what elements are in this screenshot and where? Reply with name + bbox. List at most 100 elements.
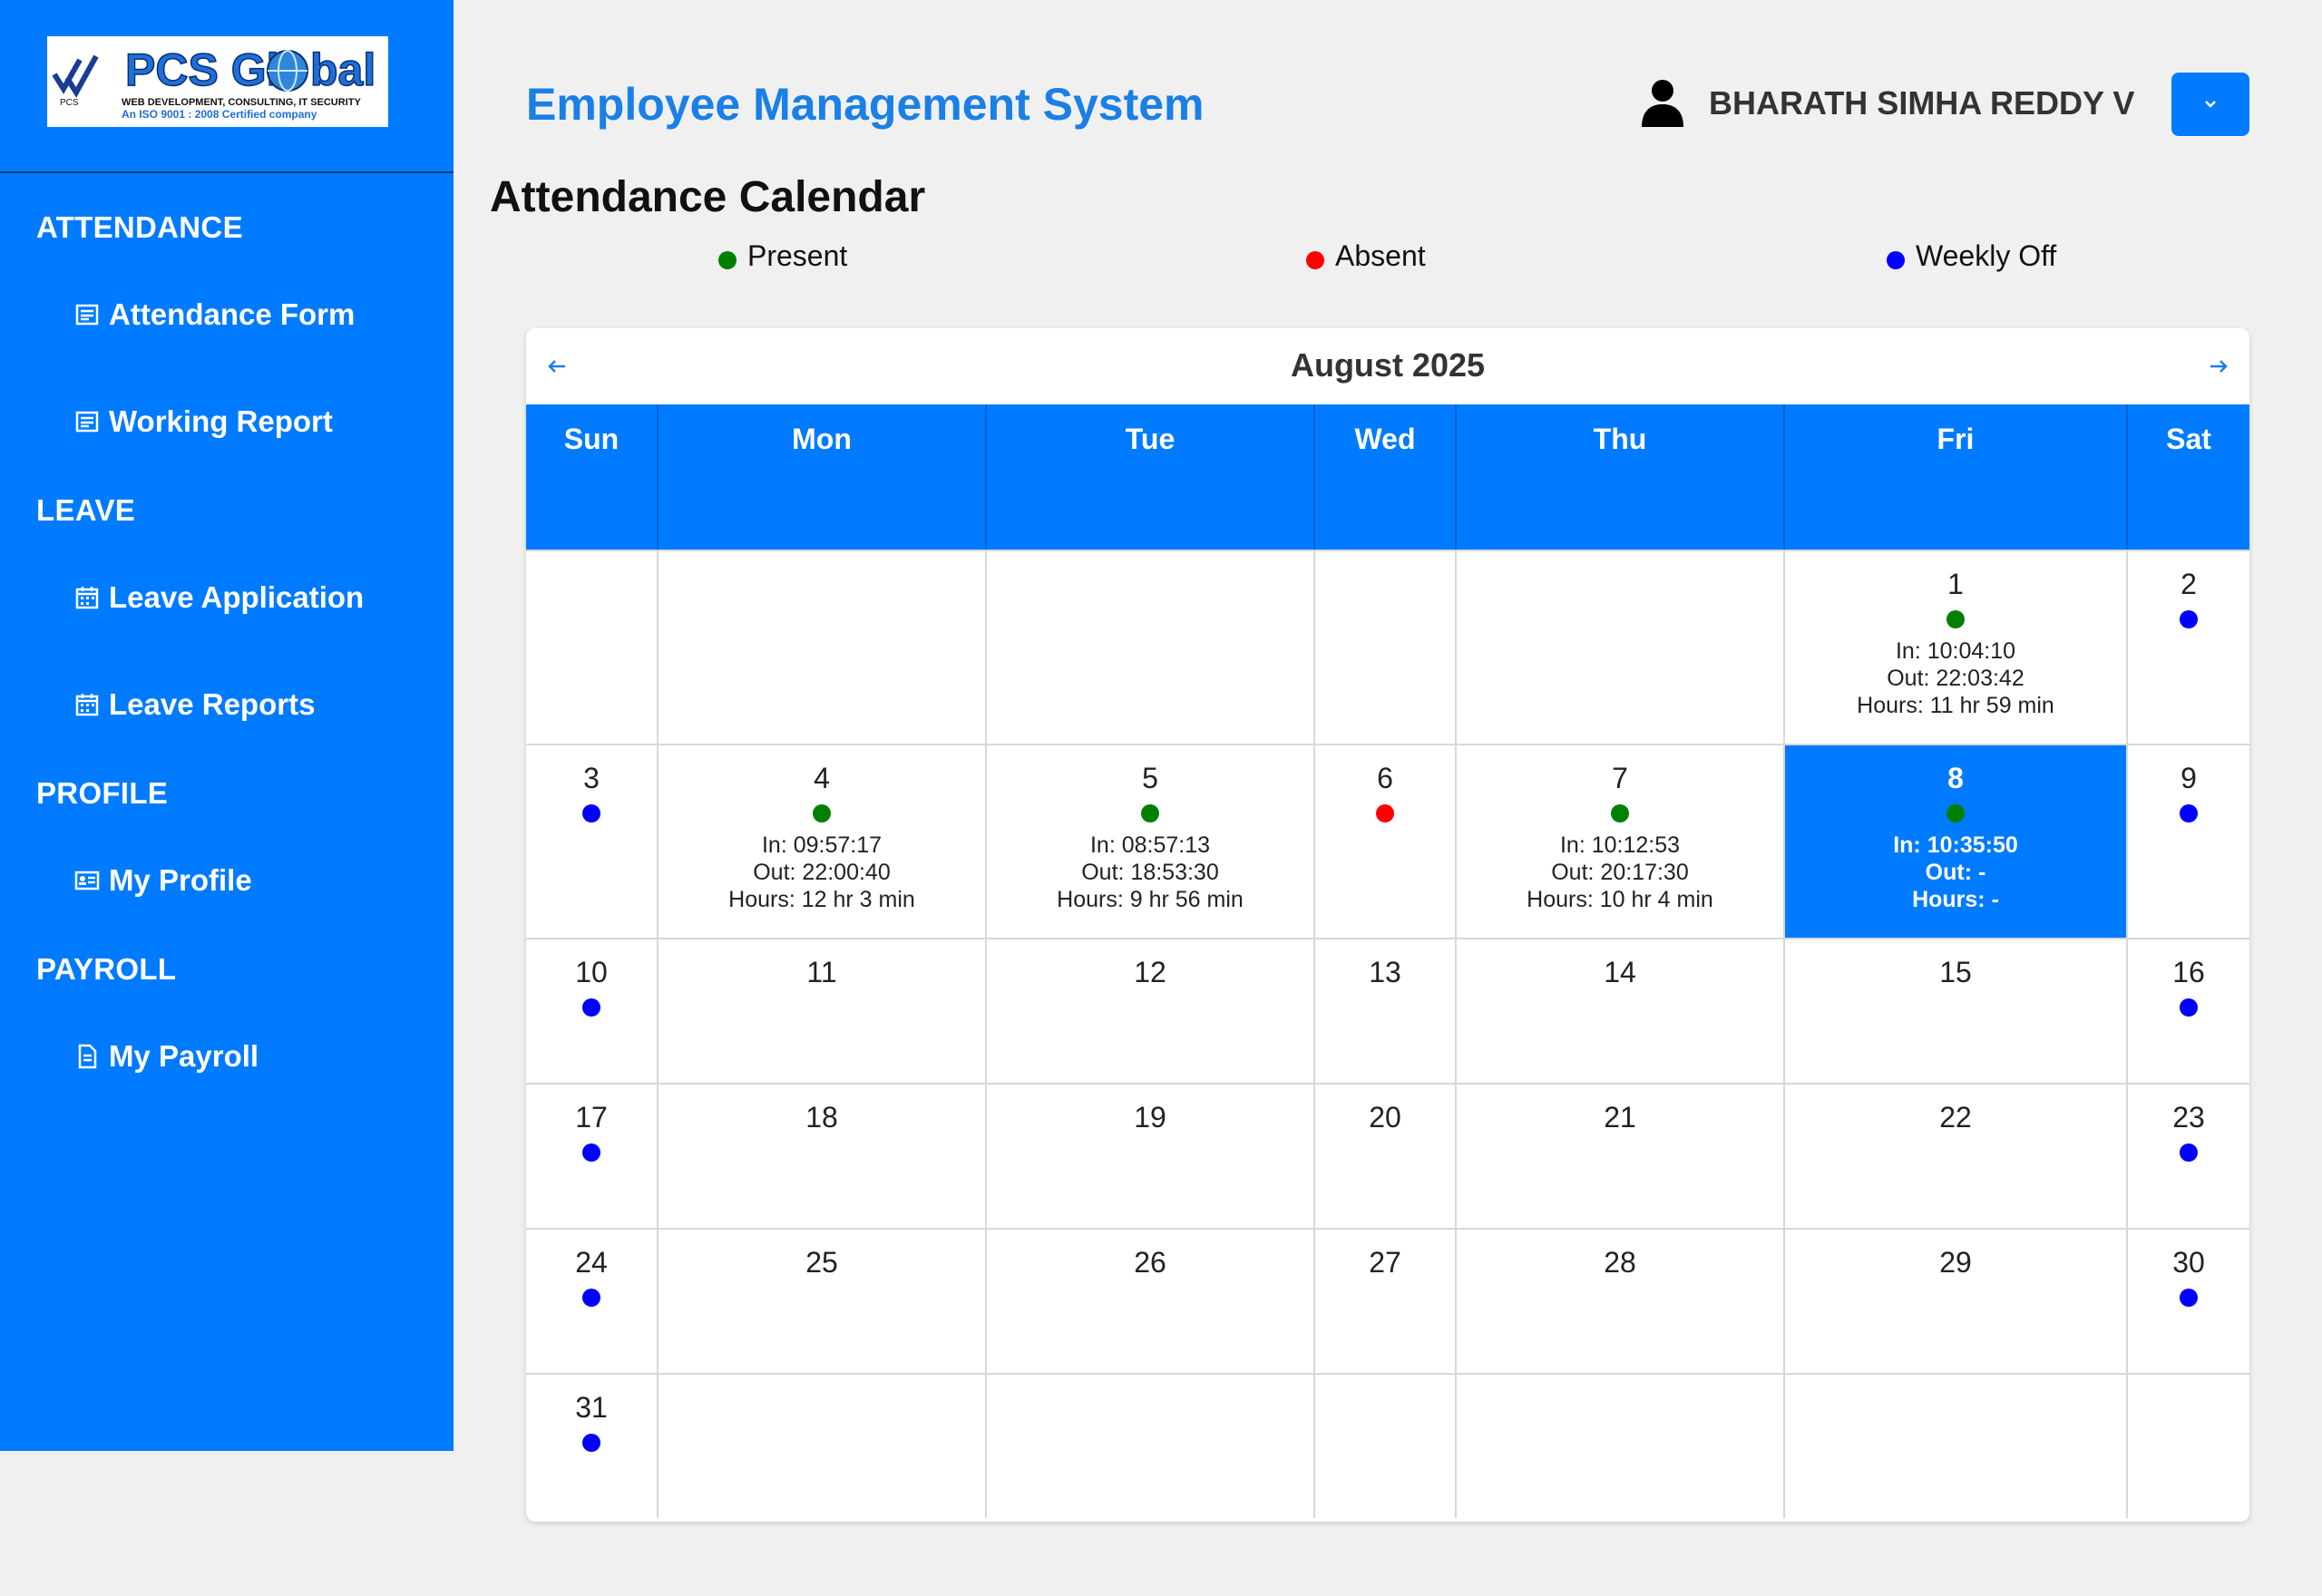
off-status-dot xyxy=(2180,1143,2198,1162)
time-in: In: 10:35:50 xyxy=(1893,832,2018,858)
nav-item-label: My Profile xyxy=(109,863,252,897)
legend-item-present: Present xyxy=(718,239,847,273)
nav-item-my-payroll[interactable]: My Payroll xyxy=(74,1039,259,1074)
calendar-empty-cell xyxy=(1315,1375,1457,1518)
calendar-day-cell[interactable]: 31 xyxy=(526,1375,659,1518)
present-status-dot xyxy=(1611,804,1629,822)
calendar-day-cell[interactable]: 30 xyxy=(2128,1230,2249,1373)
day-number: 10 xyxy=(575,956,608,988)
id-card-icon xyxy=(74,871,100,890)
calendar-day-cell[interactable]: 21 xyxy=(1457,1085,1785,1228)
off-status-dot xyxy=(2180,1289,2198,1307)
time-in: In: 08:57:13 xyxy=(1089,832,1211,858)
calendar-day-cell[interactable]: 24 xyxy=(526,1230,659,1373)
calendar-empty-cell xyxy=(2128,1375,2249,1518)
calendar-day-cell[interactable]: 4 In: 09:57:17 Out: 22:00:40 Hours: 12 hr 3… xyxy=(659,745,987,938)
nav-item-label: Leave Application xyxy=(109,580,365,614)
calendar-day-cell[interactable]: 14 xyxy=(1457,939,1785,1083)
time-hours: Hours: 9 hr 56 min xyxy=(1057,887,1244,912)
company-logo: PCS PCS Gl bal WEB DEVELOPMENT, CONSULTI… xyxy=(47,36,388,127)
day-number: 20 xyxy=(1369,1101,1401,1134)
calendar-day-cell[interactable]: 10 xyxy=(526,939,659,1083)
calendar-day-cell[interactable]: 27 xyxy=(1315,1230,1457,1373)
svg-text:An ISO 9001 : 2008 Certified c: An ISO 9001 : 2008 Certified company xyxy=(122,108,317,121)
calendar-day-cell[interactable]: 11 xyxy=(659,939,987,1083)
nav-section-payroll: PAYROLL xyxy=(36,952,177,986)
calendar-day-cell[interactable]: 20 xyxy=(1315,1085,1457,1228)
legend-label: Present xyxy=(747,239,848,272)
chevron-down-icon xyxy=(2205,101,2216,108)
nav-item-leave-application[interactable]: Leave Application xyxy=(74,580,364,615)
calendar-day-cell[interactable]: 18 xyxy=(659,1085,987,1228)
calendar-day-cell[interactable]: 9 xyxy=(2128,745,2249,938)
nav-item-leave-reports[interactable]: Leave Reports xyxy=(74,687,315,722)
nav-item-label: My Payroll xyxy=(109,1039,259,1073)
calendar-day-cell[interactable]: 26 xyxy=(987,1230,1315,1373)
calendar-empty-cell xyxy=(1457,551,1785,744)
day-number: 21 xyxy=(1604,1101,1636,1134)
present-status-dot xyxy=(813,804,831,822)
calendar-day-cell[interactable]: 23 xyxy=(2128,1085,2249,1228)
svg-text:PCS Gl: PCS Gl xyxy=(125,44,278,95)
calendar-empty-cell xyxy=(526,551,659,744)
day-number: 17 xyxy=(575,1101,608,1134)
calendar-day-cell[interactable]: 1 In: 10:04:10 Out: 22:03:42 Hours: 11 hr 5… xyxy=(1785,551,2128,744)
weekday-header: Wed xyxy=(1315,404,1457,550)
calendar-day-cell[interactable]: 12 xyxy=(987,939,1315,1083)
calendar-day-cell[interactable]: 15 xyxy=(1785,939,2128,1083)
calendar-day-cell[interactable]: 28 xyxy=(1457,1230,1785,1373)
app-title: Employee Management System xyxy=(526,79,1205,130)
calendar-week-row: 17 18 19 20 21 22 23 xyxy=(526,1083,2249,1228)
form-icon xyxy=(75,304,99,326)
calendar-week-row: 31 xyxy=(526,1373,2249,1518)
attendance-times: In: 08:57:13 Out: 18:53:30 Hours: 9 hr 56 … xyxy=(987,832,1313,913)
weekday-header-row: Sun Mon Tue Wed Thu Fri Sat xyxy=(526,404,2249,550)
calendar-day-cell[interactable]: 5 In: 08:57:13 Out: 18:53:30 Hours: 9 hr 56… xyxy=(987,745,1315,938)
nav-item-label: Leave Reports xyxy=(109,687,316,721)
nav-item-working-report[interactable]: Working Report xyxy=(74,404,333,439)
off-status-dot xyxy=(582,804,600,822)
time-hours: Hours: 11 hr 59 min xyxy=(1857,693,2054,718)
nav-item-my-profile[interactable]: My Profile xyxy=(74,863,252,898)
calendar-day-cell[interactable]: 6 xyxy=(1315,745,1457,938)
attendance-times: In: 10:04:10 Out: 22:03:42 Hours: 11 hr 59… xyxy=(1785,637,2126,719)
page-heading: Attendance Calendar xyxy=(490,173,926,221)
calendar-day-cell[interactable]: 17 xyxy=(526,1085,659,1228)
calendar-grid: Sun Mon Tue Wed Thu Fri Sat 1 In: 10:04:10 Out: 2… xyxy=(526,404,2249,1518)
document-icon xyxy=(78,1044,97,1069)
calendar-day-cell[interactable]: 19 xyxy=(987,1085,1315,1228)
user-dropdown-button[interactable] xyxy=(2171,73,2249,136)
calendar-week-row: 10 11 12 13 14 15 16 xyxy=(526,938,2249,1083)
day-number: 5 xyxy=(1142,762,1158,794)
day-number: 22 xyxy=(1939,1101,1972,1134)
legend-item-absent: Absent xyxy=(1306,239,1426,273)
svg-text:WEB DEVELOPMENT, CONSULTING, I: WEB DEVELOPMENT, CONSULTING, IT SECURITY xyxy=(122,97,361,108)
time-out: Out: 22:00:40 xyxy=(753,860,891,885)
nav-item-label: Attendance Form xyxy=(109,297,356,331)
day-number: 27 xyxy=(1369,1246,1401,1279)
calendar-week-row: 1 In: 10:04:10 Out: 22:03:42 Hours: 11 hr 5… xyxy=(526,550,2249,744)
calendar-day-cell[interactable]: 7 In: 10:12:53 Out: 20:17:30 Hours: 10 hr 4… xyxy=(1457,745,1785,938)
day-number: 8 xyxy=(1947,762,1964,794)
calendar-day-cell[interactable]: 22 xyxy=(1785,1085,2128,1228)
day-number: 19 xyxy=(1134,1101,1166,1134)
calendar-day-cell[interactable]: 8 In: 10:35:50 Out: - Hours: - xyxy=(1785,745,2128,938)
svg-text:bal: bal xyxy=(310,44,376,95)
calendar-day-cell[interactable]: 3 xyxy=(526,745,659,938)
svg-text:PCS: PCS xyxy=(60,98,79,108)
time-hours: Hours: 12 hr 3 min xyxy=(728,887,915,912)
calendar-day-cell[interactable]: 13 xyxy=(1315,939,1457,1083)
day-number: 31 xyxy=(575,1391,608,1424)
off-status-dot xyxy=(582,1434,600,1452)
time-out: Out: 18:53:30 xyxy=(1081,860,1219,885)
calendar-day-cell[interactable]: 16 xyxy=(2128,939,2249,1083)
calendar-day-cell[interactable]: 29 xyxy=(1785,1230,2128,1373)
weekly-off-dot xyxy=(1887,250,1905,269)
next-month-button[interactable] xyxy=(2200,348,2237,384)
time-hours: Hours: - xyxy=(1912,887,1999,912)
calendar-day-cell[interactable]: 25 xyxy=(659,1230,987,1373)
calendar-day-cell[interactable]: 2 xyxy=(2128,551,2249,744)
attendance-calendar: August 2025 Sun Mon Tue Wed Thu Fri Sat 1 In: 10… xyxy=(526,328,2249,1522)
off-status-dot xyxy=(2180,998,2198,1017)
nav-item-attendance-form[interactable]: Attendance Form xyxy=(74,297,355,332)
